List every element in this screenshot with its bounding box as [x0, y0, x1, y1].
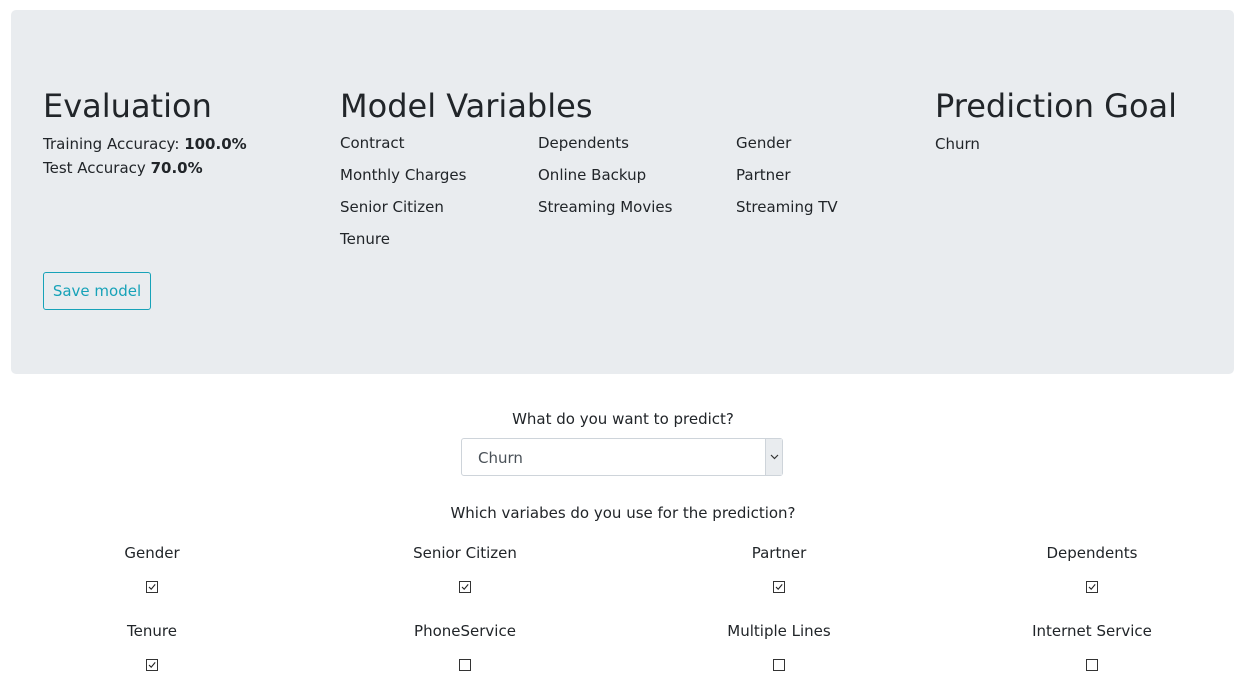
variable-label: Tenure: [127, 622, 177, 640]
model-variable-item: Online Backup: [538, 166, 647, 184]
checkmark-icon: [1088, 584, 1096, 591]
variable-option: Dependents: [992, 543, 1192, 593]
variable-checkbox[interactable]: [773, 581, 785, 593]
variables-question: Which variabes do you use for the predic…: [450, 504, 796, 522]
variable-label: Multiple Lines: [727, 622, 831, 640]
training-accuracy-value: 100.0%: [184, 135, 247, 153]
model-variable-item: Senior Citizen: [340, 198, 444, 216]
model-variable-item: Contract: [340, 134, 405, 152]
prediction-goal-title: Prediction Goal: [935, 87, 1178, 125]
evaluation-title: Evaluation: [43, 87, 212, 125]
variable-option: Multiple Lines: [679, 621, 879, 671]
variable-option: Partner: [679, 543, 879, 593]
variable-checkbox[interactable]: [459, 581, 471, 593]
model-variable-item: Gender: [736, 134, 792, 152]
checkmark-icon: [148, 584, 156, 591]
variable-label: Gender: [124, 544, 180, 562]
training-accuracy: Training Accuracy: 100.0%: [43, 132, 247, 156]
model-variable-item: Partner: [736, 166, 791, 184]
checkmark-icon: [148, 662, 156, 669]
variable-option: PhoneService: [365, 621, 565, 671]
variable-label: Senior Citizen: [413, 544, 517, 562]
summary-panel: Evaluation Training Accuracy: 100.0% Tes…: [11, 10, 1234, 374]
model-variables-section: Model Variables Contract Dependents Gend…: [340, 88, 900, 268]
variable-label: PhoneService: [414, 622, 516, 640]
variable-checkbox[interactable]: [146, 581, 158, 593]
checkmark-icon: [775, 584, 783, 591]
prediction-goal-value: Churn: [935, 135, 980, 153]
variable-checkbox[interactable]: [146, 659, 158, 671]
variable-label: Partner: [751, 544, 807, 562]
variable-checkbox[interactable]: [459, 659, 471, 671]
variable-option: Gender: [52, 543, 252, 593]
variable-checkbox[interactable]: [1086, 581, 1098, 593]
checkmark-icon: [461, 584, 469, 591]
prediction-goal-section: Prediction Goal Churn: [935, 88, 1177, 156]
variable-checkbox[interactable]: [1086, 659, 1098, 671]
model-variable-item: Dependents: [538, 134, 629, 152]
model-variable-item: Streaming Movies: [538, 198, 673, 216]
variable-checkbox[interactable]: [773, 659, 785, 671]
model-variable-item: Monthly Charges: [340, 166, 467, 184]
variable-option: Internet Service: [992, 621, 1192, 671]
variable-option: Tenure: [52, 621, 252, 671]
save-model-button[interactable]: Save model: [43, 272, 151, 310]
predict-question: What do you want to predict?: [512, 410, 734, 428]
model-variable-item: Streaming TV: [736, 198, 838, 216]
test-accuracy: Test Accuracy 70.0%: [43, 156, 247, 180]
model-variables-title: Model Variables: [340, 87, 593, 125]
predict-target-select[interactable]: Churn: [461, 438, 783, 476]
training-accuracy-label: Training Accuracy:: [43, 135, 180, 153]
test-accuracy-value: 70.0%: [150, 159, 203, 177]
test-accuracy-label: Test Accuracy: [43, 159, 146, 177]
variable-option: Senior Citizen: [365, 543, 565, 593]
variable-label: Internet Service: [1032, 622, 1152, 640]
predict-target-value: Churn: [478, 449, 523, 467]
evaluation-section: Evaluation Training Accuracy: 100.0% Tes…: [43, 88, 247, 180]
chevron-down-icon[interactable]: [765, 439, 782, 475]
model-variable-item: Tenure: [340, 230, 390, 248]
variable-label: Dependents: [1046, 544, 1138, 562]
